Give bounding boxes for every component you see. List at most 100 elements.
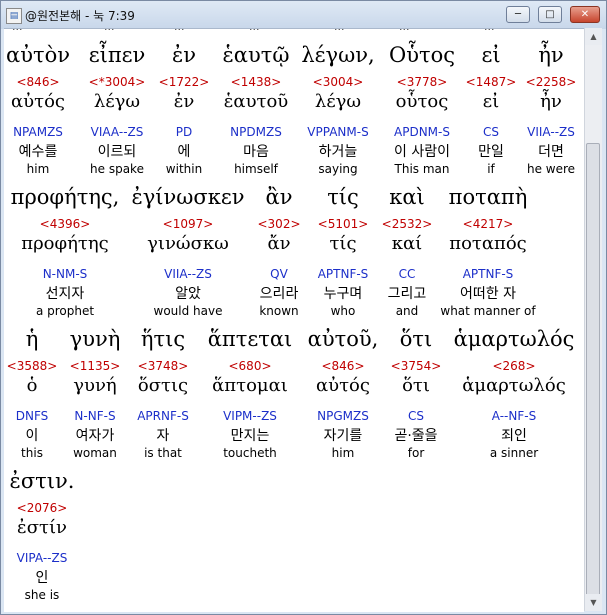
strong-number[interactable]: <846> <box>308 360 379 374</box>
maximize-button[interactable]: □ <box>538 6 562 23</box>
word-block[interactable]: ἦν <2258> ἦν VIIA--ZS 더면 he were <box>526 45 577 177</box>
strong-number[interactable]: <268> <box>454 360 575 374</box>
strong-number[interactable]: <4396> <box>11 218 120 232</box>
korean-gloss: 이 사람이 <box>394 144 450 160</box>
korean-gloss: 그리고 <box>387 286 427 302</box>
cutoff-text: ... <box>104 29 115 32</box>
strong-number[interactable]: <2076> <box>10 502 75 516</box>
cutoff-text: ... <box>12 29 23 32</box>
english-gloss: a sinner <box>489 446 539 460</box>
korean-gloss: 곧·줄을 <box>394 428 438 444</box>
korean-gloss: 여자가 <box>75 428 115 444</box>
word-block[interactable]: ὅτι <3754> ὅτι CS 곧·줄을 for <box>391 329 442 461</box>
korean-gloss: 선지자 <box>45 286 85 302</box>
title-bar[interactable]: ▤ @원전본해 - 눅 7:39 ─ □ ✕ <box>1 1 606 29</box>
parsing-code: A--NF-S <box>491 409 537 423</box>
parsing-code: APRNF-S <box>137 409 189 423</box>
word-block[interactable]: ἁμαρτωλός <268> ἁμαρτωλός A--NF-S 죄인 a s… <box>454 329 575 461</box>
english-gloss: what manner of <box>440 304 536 318</box>
lemma: λέγω <box>314 91 362 112</box>
strong-number[interactable]: <3754> <box>391 360 442 374</box>
word-block[interactable]: ἐν <1722> ἐν PD 에 within <box>159 45 210 177</box>
strong-number[interactable]: <3004> <box>301 76 374 90</box>
lemma: οὗτος <box>395 91 449 112</box>
word-block[interactable]: λέγων, <3004> λέγω VPPANM-S 하거늘 saying <box>301 45 374 177</box>
parsing-code: CS <box>408 409 424 423</box>
vertical-scrollbar[interactable]: ▲ ▼ <box>584 28 602 611</box>
strong-number[interactable]: <2532> <box>382 218 433 232</box>
strong-number[interactable]: <846> <box>6 76 70 90</box>
greek-word: ἁμαρτωλός <box>453 327 575 351</box>
word-block[interactable]: ἐστιν. <2076> ἐστίν VIPA--ZS 인 she is <box>10 471 75 603</box>
strong-number[interactable]: <3778> <box>389 76 455 90</box>
strong-number[interactable]: <4217> <box>440 218 535 232</box>
word-block[interactable]: καὶ <2532> καί CC 그리고 and <box>382 187 433 319</box>
scrollbar-thumb[interactable] <box>586 143 600 600</box>
scroll-down-arrow-icon[interactable]: ▼ <box>585 594 602 611</box>
parsing-code: N-NF-S <box>74 409 116 423</box>
word-block[interactable]: αὐτοῦ, <846> αὐτός NPGMZS 자기를 him <box>308 329 379 461</box>
strong-number[interactable]: <3748> <box>137 360 189 374</box>
parsing-code: VIIA--ZS <box>527 125 575 139</box>
strong-number[interactable]: <1135> <box>70 360 121 374</box>
english-gloss: himself <box>234 162 278 176</box>
cutoff-text: ... <box>249 29 260 32</box>
strong-number[interactable]: <*3004> <box>89 76 146 90</box>
word-block[interactable]: ἅπτεται <680> ἅπτομαι VIPM--ZS 만지는 touch… <box>208 329 293 461</box>
word-block[interactable]: ἥτις <3748> ὅστις APRNF-S 자 is that <box>137 329 189 461</box>
app-book-icon[interactable]: ▤ <box>6 8 22 24</box>
lemma: ἁμαρτωλός <box>462 375 566 396</box>
interlinear-content[interactable]: ... ... ... ... ... ... ... αὐτὸν <846> … <box>4 28 584 612</box>
english-gloss: known <box>259 304 299 318</box>
lemma: ὁ <box>26 375 38 396</box>
minimize-button[interactable]: ─ <box>506 6 530 23</box>
english-gloss: would have <box>153 304 223 318</box>
strong-number[interactable]: <1097> <box>131 218 244 232</box>
lemma: καί <box>391 233 423 254</box>
parsing-code: NPAMZS <box>13 125 63 139</box>
english-gloss: him <box>331 446 355 460</box>
close-button[interactable]: ✕ <box>570 6 600 23</box>
word-block[interactable]: ποταπὴ <4217> ποταπός APTNF-S 어떠한 자 what… <box>440 187 535 319</box>
word-block[interactable]: ἑαυτῷ <1438> ἑαυτοῦ NPDMZS 마음 himself <box>223 45 290 177</box>
word-block[interactable]: ἐγίνωσκεν <1097> γινώσκω VIIA--ZS 알았 wou… <box>131 187 244 319</box>
word-block[interactable]: εἰ <1487> εἰ CS 만일 if <box>466 45 517 177</box>
strong-number[interactable]: <2258> <box>526 76 577 90</box>
strong-number[interactable]: <302> <box>257 218 300 232</box>
greek-word: εἰ <box>481 43 501 67</box>
strong-number[interactable]: <1487> <box>466 76 517 90</box>
lemma: γυνή <box>73 375 117 396</box>
word-block[interactable]: τίς <5101> τίς APTNF-S 누구며 who <box>318 187 369 319</box>
strong-number[interactable]: <680> <box>208 360 293 374</box>
english-gloss: he spake <box>90 162 144 176</box>
korean-gloss: 어떠한 자 <box>460 286 516 302</box>
cutoff-text: ... <box>484 29 495 32</box>
word-block[interactable]: ἡ <3588> ὁ DNFS 이 this <box>7 329 58 461</box>
parsing-code: CS <box>483 125 499 139</box>
korean-gloss: 만일 <box>478 144 504 160</box>
greek-word: τίς <box>327 185 359 209</box>
parsing-code: VPPANM-S <box>307 125 369 139</box>
parsing-code: CC <box>398 267 416 281</box>
english-gloss: This man <box>394 162 450 176</box>
lemma: ἐστίν <box>17 517 67 538</box>
strong-number[interactable]: <1438> <box>223 76 290 90</box>
greek-word: ἡ <box>25 327 39 351</box>
scroll-up-arrow-icon[interactable]: ▲ <box>585 28 602 45</box>
english-gloss: woman <box>73 446 117 460</box>
strong-number[interactable]: <5101> <box>318 218 369 232</box>
word-block[interactable]: προφήτης, <4396> προφήτης N-NM-S 선지자 a p… <box>11 187 120 319</box>
word-block[interactable]: εἶπεν <*3004> λέγω VIAA--ZS 이르되 he spake <box>89 45 146 177</box>
lemma: αὐτός <box>11 91 65 112</box>
parsing-code: VIPM--ZS <box>223 409 277 423</box>
lemma: γινώσκω <box>147 233 229 254</box>
parsing-code: N-NM-S <box>42 267 88 281</box>
parsing-code: VIIA--ZS <box>164 267 212 281</box>
word-block[interactable]: ἂν <302> ἄν QV 으리라 known <box>257 187 300 319</box>
word-block[interactable]: αὐτὸν <846> αὐτός NPAMZS 예수를 him <box>6 45 70 177</box>
word-block[interactable]: γυνὴ <1135> γυνή N-NF-S 여자가 woman <box>70 329 121 461</box>
word-block[interactable]: Οὗτος <3778> οὗτος APDNM-S 이 사람이 This ma… <box>389 45 455 177</box>
strong-number[interactable]: <3588> <box>7 360 58 374</box>
parsing-code: APTNF-S <box>462 267 514 281</box>
strong-number[interactable]: <1722> <box>159 76 210 90</box>
